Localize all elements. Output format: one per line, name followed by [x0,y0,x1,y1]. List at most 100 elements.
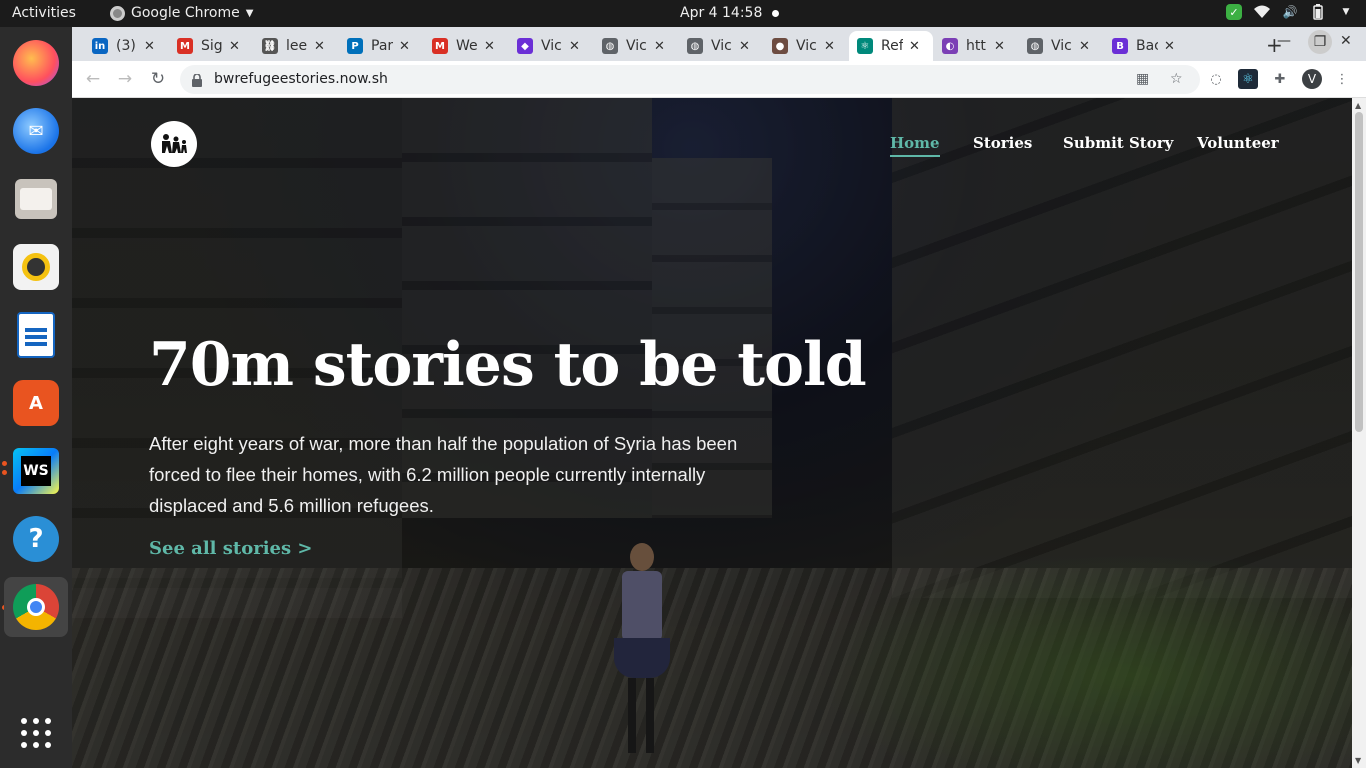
nav-submit-story[interactable]: Submit Story [1063,134,1173,152]
battery-icon[interactable] [1310,4,1326,20]
page-scrollbar[interactable]: ▲ ▼ [1352,98,1366,768]
react-devtools-icon[interactable]: ⚛ [1238,69,1258,89]
dock-webstorm[interactable]: WS [4,441,68,501]
tab-title: Vic [541,38,562,54]
scroll-down-arrow-icon[interactable]: ▼ [1355,756,1361,765]
close-tab-icon[interactable]: ✕ [1079,39,1090,54]
tab-title: lee [286,38,308,54]
dock-help[interactable]: ? [4,509,68,569]
site-logo[interactable] [151,121,197,167]
activities-button[interactable]: Activities [12,5,76,21]
chrome-icon [110,5,125,21]
app-name: Google Chrome [131,5,240,21]
see-all-stories-link[interactable]: See all stories > [149,538,313,559]
close-tab-icon[interactable]: ✕ [229,39,240,54]
browser-tab[interactable]: M We ✕ [424,31,508,61]
close-tab-icon[interactable]: ✕ [484,39,495,54]
tab-title: Vic [796,38,817,54]
tab-title: Vic [626,38,647,54]
shopping-bag-icon: A [13,380,59,426]
loading-icon: ◐ [942,38,958,54]
notification-dot [772,10,779,17]
browser-tab[interactable]: ◐ htt ✕ [934,31,1018,61]
wifi-icon[interactable] [1254,4,1270,20]
browser-tab[interactable]: in (3) ✕ [84,31,168,61]
volume-icon[interactable]: 🔊 [1282,4,1298,20]
nav-volunteer[interactable]: Volunteer [1197,134,1279,152]
browser-tab[interactable]: ◍ Vic ✕ [594,31,678,61]
gmail-icon: M [432,38,448,54]
browser-tab[interactable]: P Par ✕ [339,31,423,61]
dock-thunderbird[interactable]: ✉ [4,101,68,161]
close-tab-icon[interactable]: ✕ [654,39,665,54]
reload-button[interactable]: ↻ [147,68,169,90]
close-tab-icon[interactable]: ✕ [739,39,750,54]
dock-files[interactable] [4,169,68,229]
web-page: Home Stories Submit Story Volunteer 70m … [72,98,1352,768]
browser-toolbar: ← → ↻ bwrefugeestories.now.sh ▦ ☆ ◌ ⚛ ✚ … [72,61,1366,98]
app-menu[interactable]: Google Chrome ▼ [110,5,253,21]
browser-tab[interactable]: ● Vic ✕ [764,31,848,61]
close-tab-icon[interactable]: ✕ [569,39,580,54]
browser-tab[interactable]: ⛓ lee ✕ [254,31,338,61]
folder-icon [15,179,57,219]
system-tray[interactable]: ✓ 🔊 ▼ [1226,4,1354,20]
close-tab-icon[interactable]: ✕ [314,39,325,54]
browser-tab[interactable]: M Sig ✕ [169,31,253,61]
react-icon: ⚛ [857,38,873,54]
restore-button[interactable]: ❐ [1308,30,1332,54]
tab-title: We [456,38,478,54]
clock[interactable]: Apr 4 14:58 [680,5,762,21]
close-tab-icon[interactable]: ✕ [399,39,410,54]
minimize-button[interactable]: — [1277,33,1291,49]
extension-icon[interactable]: ◌ [1206,69,1226,89]
dock: ✉ A WS ? [0,27,72,768]
browser-tab[interactable]: ◍ Vic ✕ [679,31,763,61]
close-tab-icon[interactable]: ✕ [994,39,1005,54]
show-applications-button[interactable] [4,703,68,763]
qr-code-icon[interactable]: ▦ [1136,71,1149,87]
dock-rhythmbox[interactable] [4,237,68,297]
url-text[interactable]: bwrefugeestories.now.sh [214,71,388,87]
tab-title: Par [371,38,393,54]
nav-home[interactable]: Home [890,134,940,157]
bookmark-star-icon[interactable]: ☆ [1170,71,1183,87]
help-icon: ? [13,516,59,562]
system-top-bar: Activities Google Chrome ▼ Apr 4 14:58 ✓… [0,0,1366,27]
dock-firefox[interactable] [4,33,68,93]
tab-title: Bac [1136,38,1158,54]
forward-button[interactable]: → [114,68,136,90]
chevron-down-icon[interactable]: ▼ [1338,4,1354,20]
scrollbar-thumb[interactable] [1355,112,1363,432]
dock-writer[interactable] [4,305,68,365]
menu-icon[interactable]: ⋮ [1332,69,1352,89]
browser-tab[interactable]: ⚛ Ref ✕ [849,31,933,61]
close-tab-icon[interactable]: ✕ [1164,39,1175,54]
grid-icon [13,710,59,756]
browser-tab[interactable]: ◍ Vic ✕ [1019,31,1103,61]
close-tab-icon[interactable]: ✕ [824,39,835,54]
chrome-icon [13,584,59,630]
link-icon: ⛓ [262,38,278,54]
dock-chrome[interactable] [4,577,68,637]
tab-title: htt [966,38,986,54]
shield-check-icon[interactable]: ✓ [1226,4,1242,20]
webstorm-icon: WS [13,448,59,494]
back-button[interactable]: ← [82,68,104,90]
paypal-icon: P [347,38,363,54]
profile-avatar[interactable]: V [1302,69,1322,89]
close-tab-icon[interactable]: ✕ [144,39,155,54]
browser-tab[interactable]: B Bac ✕ [1104,31,1188,61]
firefox-icon [13,40,59,86]
browser-tab[interactable]: ◆ Vic ✕ [509,31,593,61]
scroll-up-arrow-icon[interactable]: ▲ [1355,101,1361,110]
hero-title: 70m stories to be told [149,330,867,400]
nav-stories[interactable]: Stories [973,134,1032,152]
close-tab-icon[interactable]: ✕ [909,39,920,54]
tab-strip: in (3) ✕ M Sig ✕ ⛓ lee ✕ P Par ✕ M We ✕ ◆ Vic ✕ ◍ Vic ✕ ◍ Vic ✕… [72,27,1366,61]
address-bar[interactable]: bwrefugeestories.now.sh ▦ ☆ [180,65,1200,94]
puzzle-icon[interactable]: ✚ [1270,69,1290,89]
close-window-button[interactable]: ✕ [1340,33,1352,49]
document-icon [17,312,55,358]
dock-software[interactable]: A [4,373,68,433]
